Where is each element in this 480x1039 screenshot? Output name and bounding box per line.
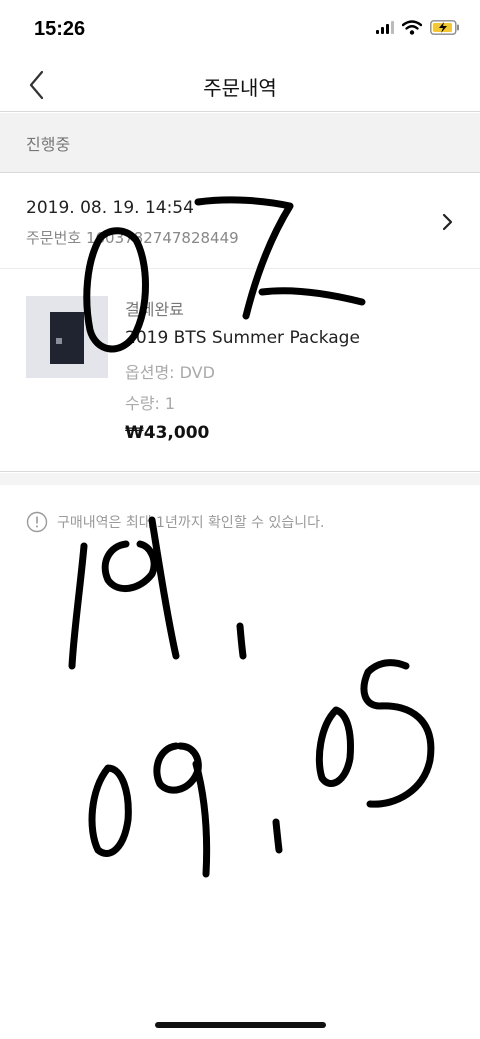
- product-price: ₩43,000: [125, 423, 210, 443]
- product-name: 2019 BTS Summer Package: [125, 328, 360, 348]
- battery-charging-icon: [430, 20, 459, 35]
- notice-text: 구매내역은 최대 1년까지 확인할 수 있습니다.: [57, 515, 325, 531]
- order-number: 주문번호 1603782747828449: [26, 229, 239, 247]
- order-item[interactable]: 결제완료 2019 BTS Summer Package 옵션명: DVD 수량…: [0, 270, 480, 472]
- status-icons: [376, 20, 460, 35]
- home-indicator[interactable]: [155, 1022, 326, 1028]
- info-circle-icon: [26, 511, 48, 533]
- payment-status: 결제완료: [125, 300, 184, 319]
- signal-icon: [376, 21, 394, 34]
- notice: 구매내역은 최대 1년까지 확인할 수 있습니다.: [26, 511, 324, 533]
- handwriting-annotation-19: [68, 516, 247, 670]
- product-option: 옵션명: DVD: [125, 363, 215, 382]
- chevron-right-icon[interactable]: [438, 210, 458, 234]
- page-title: 주문내역: [203, 76, 277, 100]
- section-label: 진행중: [26, 135, 71, 154]
- product-quantity: 수량: 1: [125, 394, 176, 413]
- product-thumbnail: [26, 296, 108, 378]
- status-bar: 15:26: [0, 0, 480, 60]
- section-header: 진행중: [0, 113, 480, 173]
- divider-band: [0, 473, 480, 485]
- handwriting-annotation-0905: [88, 659, 435, 878]
- wifi-icon: [402, 20, 422, 35]
- order-date: 2019. 08. 19. 14:54: [26, 198, 194, 218]
- navigation-bar: 주문내역: [0, 60, 480, 112]
- status-time: 15:26: [34, 18, 86, 40]
- order-header[interactable]: 2019. 08. 19. 14:54 주문번호 160378274782844…: [0, 174, 480, 269]
